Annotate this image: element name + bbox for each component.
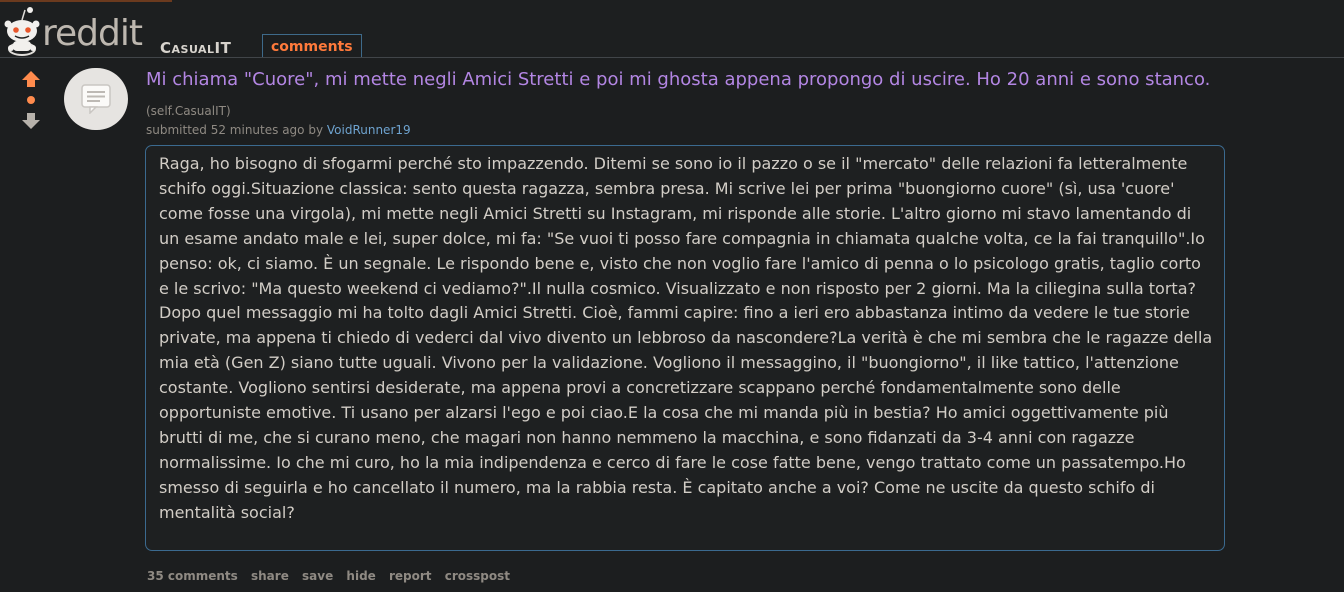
author-link[interactable]: VoidRunner19	[327, 123, 411, 137]
share-button[interactable]: share	[251, 569, 289, 583]
hide-button[interactable]: hide	[346, 569, 375, 583]
post-domain[interactable]: (self.CasualIT)	[146, 104, 231, 118]
post-thumbnail[interactable]	[64, 68, 128, 130]
selftext-body: Raga, ho bisogno di sfogarmi perché sto …	[159, 154, 1213, 522]
self-post-icon	[81, 84, 111, 114]
post-title[interactable]: Mi chiama "Cuore", mi mette negli Amici …	[146, 69, 1210, 90]
header-accent	[0, 0, 172, 2]
post-tagline: submitted 52 minutes ago by VoidRunner19	[146, 123, 411, 137]
upvote-arrow-icon[interactable]	[20, 70, 42, 88]
post-buttons: 35 comments share save hide report cross…	[147, 569, 519, 583]
vote-controls	[20, 70, 42, 130]
downvote-arrow-icon[interactable]	[20, 112, 42, 130]
reddit-wordmark[interactable]: reddit	[42, 14, 143, 54]
report-button[interactable]: report	[389, 569, 432, 583]
crosspost-button[interactable]: crosspost	[445, 569, 510, 583]
save-button[interactable]: save	[302, 569, 333, 583]
reddit-alien-icon[interactable]	[2, 4, 42, 56]
post-selftext: Raga, ho bisogno di sfogarmi perché sto …	[145, 145, 1225, 551]
tab-comments[interactable]: comments	[262, 34, 362, 57]
subreddit-name[interactable]: CasualIT	[160, 39, 231, 57]
comments-button[interactable]: 35 comments	[147, 569, 238, 583]
header-bar: reddit CasualIT comments	[0, 0, 1344, 58]
score-dot	[27, 96, 35, 104]
submitted-text: submitted 52 minutes ago by	[146, 123, 324, 137]
